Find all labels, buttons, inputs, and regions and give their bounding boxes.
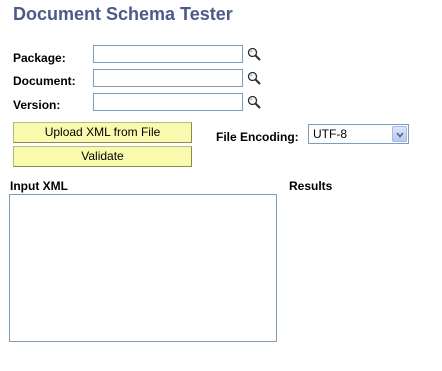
- page-title: Document Schema Tester: [13, 4, 233, 24]
- package-lookup-icon[interactable]: [247, 47, 261, 61]
- file-encoding-label: File Encoding:: [216, 130, 299, 144]
- validate-button[interactable]: Validate: [13, 146, 192, 167]
- input-xml-textarea[interactable]: [9, 194, 277, 342]
- document-lookup-icon[interactable]: [247, 71, 261, 85]
- version-label: Version:: [13, 98, 61, 112]
- upload-xml-button[interactable]: Upload XML from File: [13, 122, 192, 143]
- file-encoding-select[interactable]: UTF-8: [308, 124, 409, 144]
- version-input[interactable]: [93, 93, 243, 111]
- file-encoding-value: UTF-8: [313, 127, 347, 141]
- results-label: Results: [289, 179, 333, 193]
- document-input[interactable]: [93, 69, 243, 87]
- package-label: Package:: [13, 51, 66, 65]
- document-label: Document:: [13, 74, 76, 88]
- package-input[interactable]: [93, 45, 243, 63]
- input-xml-label: Input XML: [10, 179, 68, 193]
- chevron-down-icon[interactable]: [392, 126, 407, 142]
- version-lookup-icon[interactable]: [247, 95, 261, 109]
